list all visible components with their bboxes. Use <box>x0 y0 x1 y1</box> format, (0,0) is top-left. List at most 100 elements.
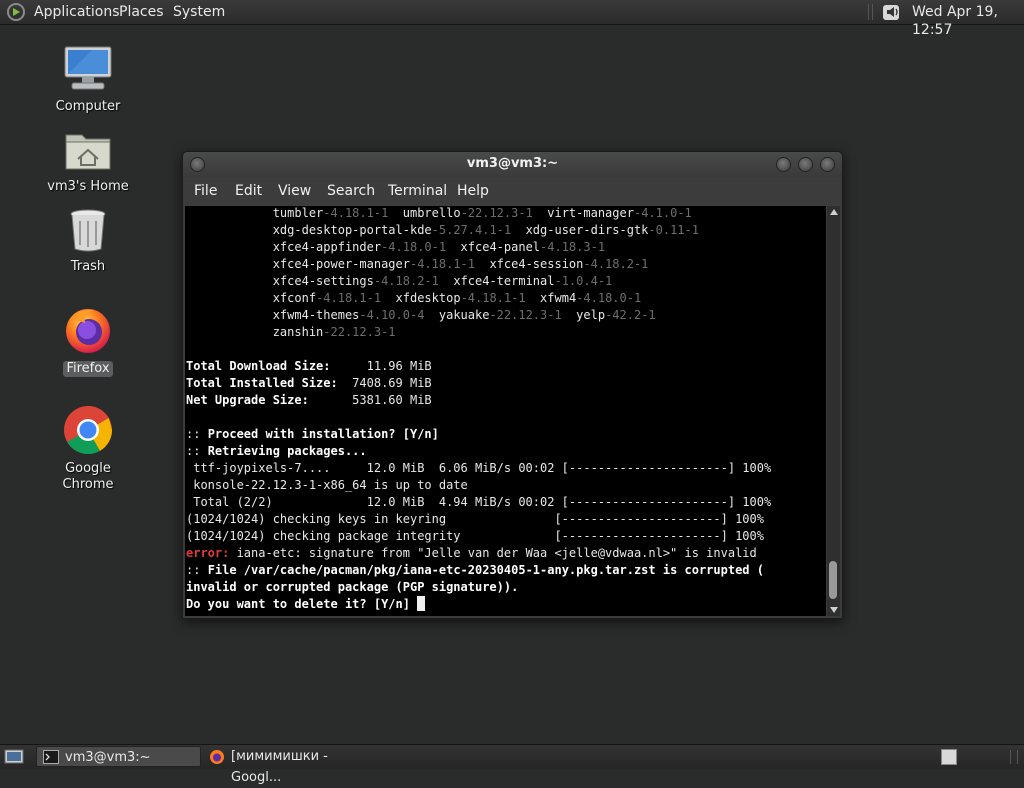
menu-view[interactable]: View <box>278 182 311 200</box>
terminal-text-segment: ttf-joypixels-7.... 12.0 MiB 6.06 MiB/s … <box>186 461 772 475</box>
desktop-icon-home[interactable]: vm3's Home <box>38 127 138 195</box>
terminal-text-segment: -4.18.3-1 <box>540 240 606 254</box>
terminal-text-segment: -4.18.0-1 <box>576 291 642 305</box>
taskbar-item-firefox[interactable]: [мимимишки - Googl... <box>203 746 373 785</box>
desktop-icon-label: Google Chrome <box>62 461 114 492</box>
taskbar-item-label: vm3@vm3:~ <box>65 750 151 765</box>
terminal-text-segment: (1024/1024) checking package integrity [… <box>186 529 764 543</box>
desktop-icon-label: Firefox <box>63 361 113 377</box>
top-panel: Applications Places System Wed Apr 19, 1… <box>0 0 1024 38</box>
terminal-text-segment: -4.18.2-1 <box>583 257 649 271</box>
menu-search[interactable]: Search <box>327 182 375 200</box>
terminal-text-segment: zanshin <box>186 325 324 339</box>
terminal-window: vm3@vm3:~ File Edit View Search Terminal… <box>182 151 843 619</box>
places-menu[interactable]: Places <box>119 3 164 21</box>
scroll-thumb[interactable] <box>829 561 837 599</box>
terminal-line: error: iana-etc: signature from "Jelle v… <box>186 545 771 562</box>
volume-icon[interactable] <box>881 2 903 26</box>
terminal-line: xfwm4-themes-4.10.0-4 yakuake-22.12.3-1 … <box>186 307 771 324</box>
terminal-text-segment: Total Installed Size: <box>186 376 338 390</box>
terminal-text-segment: Total Download Size: <box>186 359 331 373</box>
terminal-output[interactable]: tumbler-4.18.1-1 umbrello-22.12.3-1 virt… <box>185 206 826 616</box>
distro-logo-icon[interactable] <box>6 2 26 26</box>
terminal-text-segment: -4.18.1-1 <box>460 291 526 305</box>
terminal-text-segment: umbrello <box>388 206 461 220</box>
terminal-line: Do you want to delete it? [Y/n] <box>186 596 771 613</box>
window-title: vm3@vm3:~ <box>466 156 559 171</box>
terminal-menubar: File Edit View Search Terminal Help <box>183 179 842 203</box>
trash-icon <box>38 207 138 257</box>
terminal-text-segment: -4.18.0-1 <box>381 240 447 254</box>
terminal-text-segment: -1.0.4-1 <box>554 274 613 288</box>
terminal-line: Net Upgrade Size: 5381.60 MiB <box>186 392 771 409</box>
terminal-text-segment: Do you want to delete it? [Y/n] <box>186 597 418 611</box>
terminal-text-segment: xfwm4-themes <box>186 308 360 322</box>
scroll-down-arrow-icon[interactable] <box>830 607 838 613</box>
terminal-text-segment: :: <box>186 427 208 441</box>
terminal-text-segment: invalid or corrupted package (PGP signat… <box>186 580 519 594</box>
terminal-line: (1024/1024) checking keys in keyring [--… <box>186 511 771 528</box>
taskbar-item-terminal[interactable]: vm3@vm3:~ <box>36 746 201 767</box>
terminal-line: invalid or corrupted package (PGP signat… <box>186 579 771 596</box>
desktop-icon-firefox[interactable]: Firefox <box>38 305 138 377</box>
terminal-line: xfce4-settings-4.18.2-1 xfce4-terminal-1… <box>186 273 771 290</box>
terminal-text-segment: xfdesktop <box>381 291 461 305</box>
terminal-text-segment: Proceed with installation? [Y/n] <box>207 427 439 441</box>
terminal-text-segment: (1024/1024) checking keys in keyring [--… <box>186 512 764 526</box>
terminal-text-segment: -4.10.0-4 <box>359 308 425 322</box>
terminal-text-segment: xfce4-panel <box>446 240 541 254</box>
menu-file[interactable]: File <box>194 182 217 200</box>
terminal-text-segment: xfce4-power-manager <box>186 257 410 271</box>
terminal-line: tumbler-4.18.1-1 umbrello-22.12.3-1 virt… <box>186 206 771 222</box>
minimize-icon[interactable] <box>776 157 791 172</box>
scroll-up-arrow-icon[interactable] <box>830 209 838 215</box>
terminal-text-segment: -4.1.0-1 <box>633 206 692 220</box>
terminal-text-segment: error: <box>186 546 230 560</box>
desktop-icon-label: vm3's Home <box>47 179 129 194</box>
close-icon[interactable] <box>820 157 835 172</box>
panel-handle <box>1010 750 1018 764</box>
terminal-text-segment: :: <box>186 444 208 458</box>
firefox-icon <box>38 305 138 359</box>
menu-help[interactable]: Help <box>457 182 489 200</box>
terminal-text-segment: xfce4-appfinder <box>186 240 382 254</box>
terminal-text-segment: -4.18.1-1 <box>409 257 475 271</box>
terminal-text-segment: -4.18.2-1 <box>373 274 439 288</box>
terminal-text-segment: File /var/cache/pacman/pkg/iana-etc-2023… <box>207 563 764 577</box>
terminal-text-segment: xdg-desktop-portal-kde <box>186 223 432 237</box>
terminal-text-segment: -22.12.3-1 <box>489 308 562 322</box>
desktop-icon-computer[interactable]: Computer <box>38 45 138 115</box>
clock[interactable]: Wed Apr 19, 12:57 <box>912 3 1024 39</box>
terminal-text-segment: -22.12.3-1 <box>460 206 533 220</box>
terminal-text-segment: xfce4-terminal <box>438 274 555 288</box>
desktop-icon-chrome[interactable]: Google Chrome <box>38 405 138 493</box>
terminal-text: tumbler-4.18.1-1 umbrello-22.12.3-1 virt… <box>186 206 771 613</box>
terminal-line: xfce4-power-manager-4.18.1-1 xfce4-sessi… <box>186 256 771 273</box>
terminal-cursor <box>417 596 426 611</box>
panel-handle <box>868 4 873 20</box>
bottom-panel: vm3@vm3:~ [мимимишки - Googl... <box>0 744 1024 785</box>
terminal-line: (1024/1024) checking package integrity [… <box>186 528 771 545</box>
system-menu[interactable]: System <box>173 3 225 21</box>
maximize-icon[interactable] <box>798 157 813 172</box>
terminal-text-segment: xfwm4 <box>525 291 577 305</box>
terminal-text-segment: -4.18.1-1 <box>323 206 389 220</box>
menu-edit[interactable]: Edit <box>235 182 262 200</box>
show-desktop-icon[interactable] <box>4 748 24 770</box>
terminal-text-segment: Net Upgrade Size: <box>186 393 309 407</box>
applications-menu[interactable]: Applications <box>34 3 120 21</box>
terminal-line: xfconf-4.18.1-1 xfdesktop-4.18.1-1 xfwm4… <box>186 290 771 307</box>
workspace-switcher[interactable] <box>941 749 957 765</box>
window-titlebar[interactable]: vm3@vm3:~ <box>183 152 842 177</box>
terminal-scrollbar[interactable] <box>827 206 840 616</box>
chrome-icon <box>38 405 138 459</box>
terminal-text-segment: Retrieving packages... <box>207 444 367 458</box>
terminal-text-segment: -5.27.4.1-1 <box>431 223 512 237</box>
terminal-text-segment: konsole-22.12.3-1-x86_64 is up to date <box>186 478 468 492</box>
firefox-icon <box>209 749 225 772</box>
desktop-icon-trash[interactable]: Trash <box>38 207 138 275</box>
terminal-text-segment: yakuake <box>424 308 490 322</box>
menu-terminal[interactable]: Terminal <box>388 182 447 200</box>
